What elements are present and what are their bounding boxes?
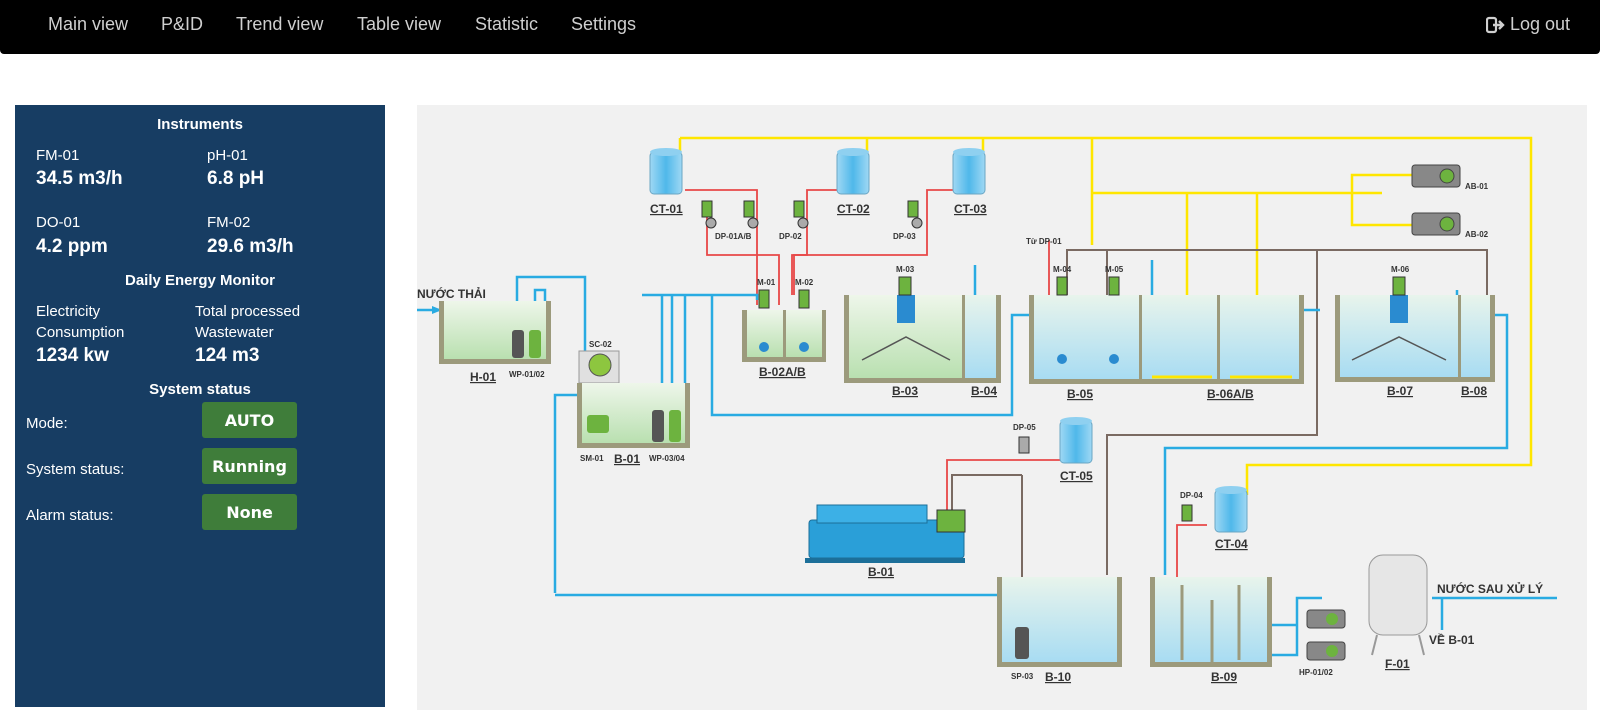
tank-label: B-07 <box>1387 384 1413 398</box>
tank-b05-b06ab <box>1029 276 1304 384</box>
tank-b02ab <box>742 289 826 362</box>
equipment-label: M-06 <box>1391 265 1410 274</box>
tank-b10 <box>997 577 1122 667</box>
instrument-name: pH-01 <box>207 147 248 164</box>
inlet-label: NƯỚC THẢI <box>417 286 486 301</box>
chem-tank-ct01 <box>649 148 683 195</box>
equipment-label: AB-02 <box>1465 230 1489 239</box>
instrument-value: 4.2 ppm <box>36 236 108 257</box>
tank-label: B-01 <box>868 565 894 579</box>
top-navbar: Main view P&ID Trend view Table view Sta… <box>0 0 1600 54</box>
tank-label: H-01 <box>470 370 496 384</box>
dosing-pump-dp02 <box>793 200 809 229</box>
system-status-badge: Running <box>202 448 297 484</box>
tank-label: B-03 <box>892 384 918 398</box>
outlet-label: NƯỚC SAU XỬ LÝ <box>1437 581 1543 596</box>
instrument-value: 29.6 m3/h <box>207 236 294 257</box>
mode-label: Mode: <box>26 415 68 432</box>
logout-label: Log out <box>1509 14 1570 34</box>
chem-tank-ct03 <box>952 148 986 195</box>
nav-trend-view[interactable]: Trend view <box>236 14 323 35</box>
tank-label: B-06A/B <box>1207 387 1254 401</box>
tank-b09 <box>1150 577 1272 667</box>
equipment-label: WP-03/04 <box>649 454 685 463</box>
electricity-label: Consumption <box>36 324 125 341</box>
chem-tank-label: CT-01 <box>650 202 683 216</box>
process-diagram-svg: NƯỚC THẢI H-01 WP-01/02 SC-02 SM-01 B-01… <box>417 136 1557 684</box>
equipment-label: SM-01 <box>580 454 604 463</box>
nav-table-view[interactable]: Table view <box>357 14 441 35</box>
filter-press <box>805 504 966 563</box>
nav-main-view[interactable]: Main view <box>48 14 128 35</box>
filter-f01 <box>1368 554 1428 656</box>
instrument-name: FM-02 <box>207 214 251 231</box>
chem-tank-label: CT-02 <box>837 202 870 216</box>
instrument-value: 6.8 pH <box>207 168 265 189</box>
chem-tank-label: CT-05 <box>1060 469 1093 483</box>
energy-title: Daily Energy Monitor <box>124 272 276 289</box>
equipment-label: M-01 <box>757 278 776 287</box>
instrument-name: FM-01 <box>36 147 80 164</box>
tank-label: B-09 <box>1211 670 1237 684</box>
logout-button[interactable]: Log out <box>1485 14 1570 35</box>
instrument-value: 34.5 m3/h <box>36 168 123 189</box>
electricity-value: 1234 kw <box>36 345 109 366</box>
equipment-label: HP-01/02 <box>1299 668 1333 677</box>
equipment-label: SC-02 <box>589 340 612 349</box>
tank-label: B-02A/B <box>759 365 806 379</box>
return-label: VỀ B-01 <box>1429 632 1475 647</box>
nav-settings[interactable]: Settings <box>571 14 636 35</box>
mode-badge: AUTO <box>202 402 297 438</box>
instruments-title: Instruments <box>157 116 243 133</box>
instrument-name: DO-01 <box>36 214 81 231</box>
tank-b03-b04 <box>844 276 1001 383</box>
tank-label: B-04 <box>971 384 997 398</box>
equipment-label: M-04 <box>1053 265 1072 274</box>
tank-label: F-01 <box>1385 657 1410 671</box>
equipment-label: AB-01 <box>1465 182 1489 191</box>
alarm-status-label: Alarm status: <box>26 507 114 524</box>
pump-hp0102 <box>1306 609 1346 661</box>
equipment-label: DP-01A/B <box>715 232 752 241</box>
equipment-label: M-03 <box>896 265 915 274</box>
tank-label: B-05 <box>1067 387 1093 401</box>
system-status-label: System status: <box>26 461 125 478</box>
equipment-label: DP-05 <box>1013 423 1036 432</box>
wastewater-label: Wastewater <box>195 324 274 341</box>
dosing-pump-dp03 <box>907 200 923 229</box>
chem-tank-label: CT-03 <box>954 202 987 216</box>
tank-label: B-10 <box>1045 670 1071 684</box>
wastewater-value: 124 m3 <box>195 345 260 366</box>
nav-statistic[interactable]: Statistic <box>475 14 538 35</box>
alarm-status-badge: None <box>202 494 297 530</box>
equipment-label: M-05 <box>1105 265 1124 274</box>
equipment-label: DP-02 <box>779 232 802 241</box>
from-dp01-label: Từ DP-01 <box>1026 237 1062 246</box>
status-panel: Instruments FM-01 34.5 m3/h pH-01 6.8 pH… <box>15 105 385 707</box>
tank-label: B-01 <box>614 452 640 466</box>
equipment-label: DP-03 <box>893 232 916 241</box>
system-status-title: System status <box>149 381 251 398</box>
screen-sc02 <box>578 350 620 384</box>
air-blower-ab01 <box>1411 164 1461 188</box>
dosing-pump-dp01ab <box>701 200 759 229</box>
equipment-label: M-02 <box>795 278 814 287</box>
equipment-label: WP-01/02 <box>509 370 545 379</box>
wastewater-label: Total processed <box>195 303 301 320</box>
logout-icon <box>1485 16 1505 33</box>
air-blower-ab02 <box>1411 212 1461 236</box>
chem-tank-ct02 <box>836 148 870 195</box>
equipment-label: DP-04 <box>1180 491 1203 500</box>
tank-h01 <box>439 301 551 364</box>
equipment-label: SP-03 <box>1011 672 1034 681</box>
chem-tank-label: CT-04 <box>1215 537 1248 551</box>
tank-b01 <box>577 383 690 448</box>
process-diagram: NƯỚC THẢI H-01 WP-01/02 SC-02 SM-01 B-01… <box>417 105 1587 710</box>
tank-label: B-08 <box>1461 384 1487 398</box>
electricity-label: Electricity <box>36 303 101 320</box>
tank-b07-b08 <box>1335 276 1495 382</box>
nav-pid[interactable]: P&ID <box>161 14 203 35</box>
